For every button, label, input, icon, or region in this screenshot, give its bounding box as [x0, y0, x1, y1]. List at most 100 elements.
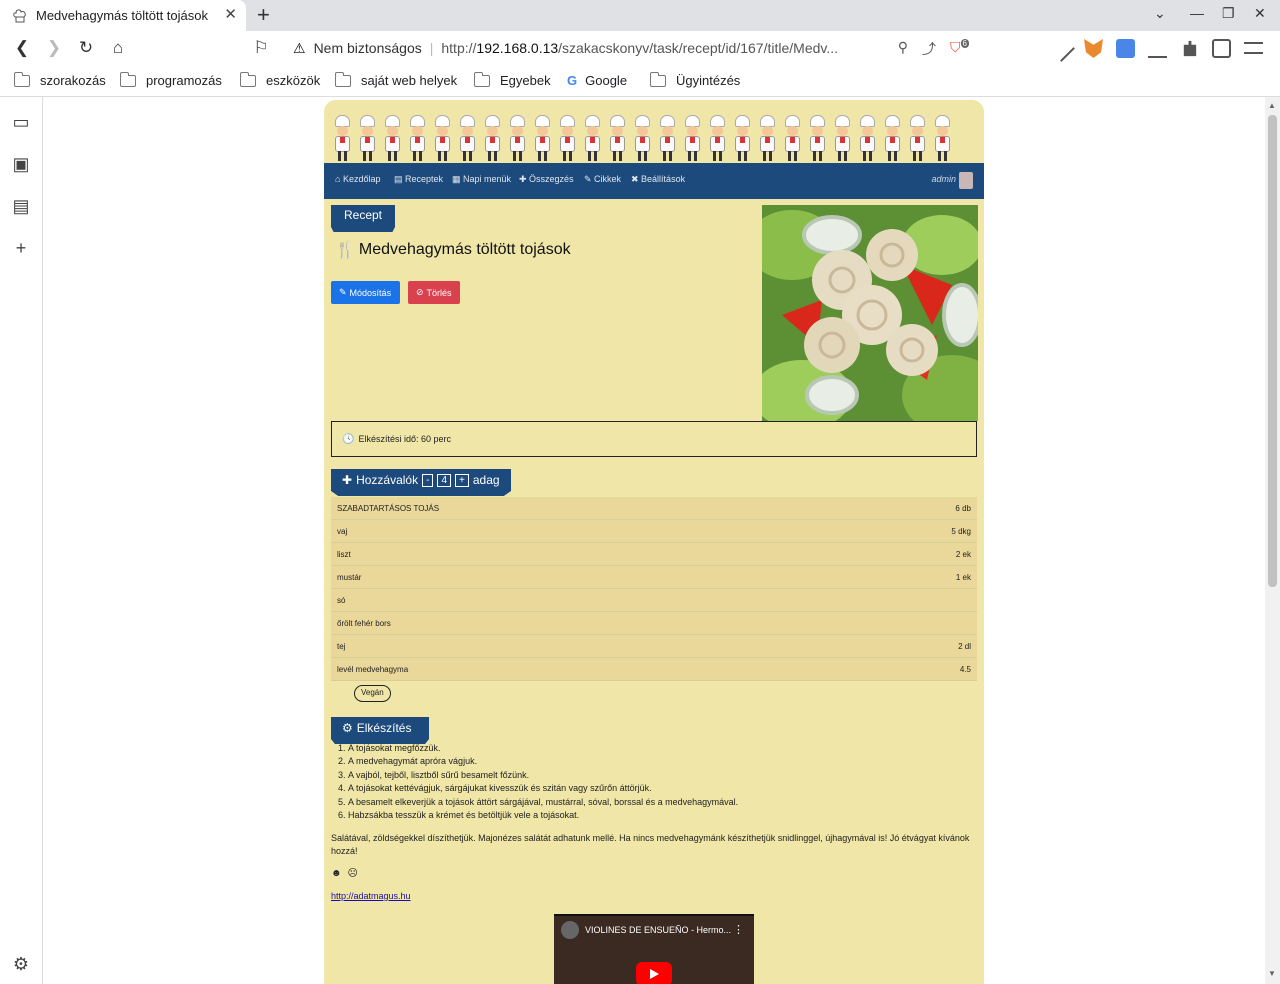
insecure-label[interactable]: Nem biztonságos — [314, 40, 422, 56]
nav-item-recipes[interactable]: ▤ Receptek — [394, 174, 443, 185]
translate-icon[interactable] — [1116, 39, 1135, 58]
chef-figure — [530, 111, 555, 163]
url-text[interactable]: http://192.168.0.13/szakacskonyv/task/re… — [441, 40, 866, 56]
video-title[interactable]: VIOLINES DE ENSUEÑO - Hermo... — [585, 925, 731, 935]
menu-icon[interactable] — [1244, 42, 1263, 54]
bookmark-icon[interactable]: ⚐ — [250, 37, 272, 59]
video-camera-icon[interactable]: ▭ — [12, 113, 30, 131]
recipe-section-label: Recept — [331, 205, 395, 227]
settings-gear-icon[interactable]: ⚙ — [12, 955, 30, 973]
share-icon[interactable]: ⤴ — [922, 39, 936, 59]
bookmark-label: Egyebek — [500, 73, 551, 88]
chef-figure — [380, 111, 405, 163]
minimize-icon[interactable]: — — [1190, 5, 1204, 21]
list-item: A besamelt elkeverjük a tojások áttört s… — [348, 796, 738, 809]
bookmark-folder[interactable]: Egyebek — [473, 71, 551, 88]
chef-figure — [730, 111, 755, 163]
home-icon[interactable]: ⌂ — [107, 37, 129, 59]
reload-icon[interactable]: ↻ — [75, 37, 97, 59]
source-link[interactable]: http://adatmagus.hu — [331, 891, 411, 901]
youtube-embed[interactable]: VIOLINES DE ENSUEÑO - Hermo... ⋮ — [554, 914, 754, 984]
ingredient-name: SZABADTARTÁSOS TOJÁS — [337, 503, 440, 513]
frown-icon[interactable]: ☹ — [348, 868, 358, 879]
brave-badge: 6 — [960, 39, 969, 49]
bookmark-folder[interactable]: szorakozás — [13, 71, 106, 88]
close-window-icon[interactable]: ✕ — [1254, 5, 1266, 22]
restore-icon[interactable]: ❐ — [1222, 5, 1235, 22]
ingredient-amount: 5 dkg — [951, 526, 971, 536]
chef-figure — [580, 111, 605, 163]
folder-icon — [334, 71, 351, 87]
bookmark-label: szorakozás — [40, 73, 106, 88]
nav-item-articles[interactable]: ✎ Cikkek — [584, 174, 621, 185]
back-arrow-icon[interactable]: ❮ — [11, 37, 33, 59]
chef-figure — [755, 111, 780, 163]
servings-unit: adag — [472, 473, 500, 487]
servings-minus-button[interactable]: - — [422, 473, 434, 487]
bookmark-folder[interactable]: eszközök — [239, 71, 320, 88]
user-name[interactable]: admin — [931, 174, 956, 184]
delete-button[interactable]: ⊘ Törlés — [408, 281, 460, 304]
brave-shield-icon[interactable]: ⛉ 6 — [950, 39, 969, 59]
chef-figure — [805, 111, 830, 163]
scroll-up-arrow-icon[interactable]: ▲ — [1268, 101, 1276, 110]
bookmark-label: programozás — [146, 73, 222, 88]
tab-close-icon[interactable]: ✕ — [224, 7, 237, 23]
dropper-extension-icon[interactable] — [1048, 35, 1075, 62]
bookmark-folder[interactable]: programozás — [119, 71, 222, 88]
nav-label: Összegzés — [529, 174, 574, 184]
ingredient-amount: 4.5 — [959, 664, 971, 674]
scroll-down-arrow-icon[interactable]: ▼ — [1268, 969, 1276, 978]
metamask-fox-icon[interactable] — [1084, 39, 1103, 58]
address-bar[interactable]: ⚠ Nem biztonságos | http://192.168.0.13/… — [283, 33, 973, 63]
utensils-icon: 🍴 — [335, 242, 355, 259]
tab-search-chevron-icon[interactable]: ⌄ — [1154, 5, 1166, 22]
reading-list-icon[interactable]: ▤ — [12, 197, 30, 215]
ingredients-section-label: ✚ Hozzávalók - 4 + adag — [331, 469, 511, 491]
chef-figure — [355, 111, 380, 163]
edit-icon: ✎ — [339, 287, 347, 297]
page-scrollbar[interactable]: ▲ ▼ — [1265, 97, 1280, 984]
vegan-tag[interactable]: Vegán — [354, 685, 391, 702]
servings-count[interactable]: 4 — [437, 473, 451, 487]
scrollbar-thumb[interactable] — [1268, 115, 1277, 587]
play-icon[interactable] — [636, 962, 672, 984]
browser-tab[interactable]: Medvehagymás töltött tojások ✕ — [0, 0, 246, 31]
recipe-page: ⌂ Kezdőlap ▤ Receptek ▦ Napi menük ✚ Öss… — [324, 100, 984, 984]
bookmark-label: Ügyintézés — [676, 73, 741, 88]
wallet-icon[interactable] — [1212, 39, 1231, 58]
download-icon[interactable] — [1148, 39, 1167, 58]
nav-label: Cikkek — [594, 174, 622, 184]
nav-item-daily-menus[interactable]: ▦ Napi menük — [452, 174, 511, 185]
servings-plus-button[interactable]: + — [455, 473, 469, 487]
nav-item-settings[interactable]: ✖ Beállítások — [631, 174, 685, 185]
avatar[interactable] — [959, 172, 973, 189]
chef-banner — [324, 100, 984, 163]
puzzle-extensions-icon[interactable] — [1183, 40, 1197, 57]
nav-item-summary[interactable]: ✚ Összegzés — [519, 174, 574, 185]
wallet-icon[interactable]: ▣ — [12, 155, 30, 173]
puzzle-icon: ✚ — [342, 473, 353, 487]
new-tab-icon[interactable]: + — [257, 3, 270, 27]
table-row: vaj 5 dkg — [331, 520, 977, 543]
rating-icons: ☻ ☹ — [331, 868, 358, 879]
smile-icon[interactable]: ☻ — [331, 868, 342, 879]
nav-item-home[interactable]: ⌂ Kezdőlap — [335, 174, 380, 184]
forward-arrow-icon[interactable]: ❯ — [43, 37, 65, 59]
zoom-icon[interactable]: ⚲ — [898, 39, 908, 59]
ingredient-name: vaj — [337, 526, 348, 536]
prep-time-box: 🕓 Elkészítési idő: 60 perc — [331, 421, 977, 457]
bookmark-folder[interactable]: saját web helyek — [334, 71, 457, 88]
add-panel-icon[interactable]: + — [12, 239, 30, 257]
steps-section-label: ⚙ Elkészítés — [331, 717, 429, 739]
edit-button[interactable]: ✎ Módosítás — [331, 281, 400, 304]
bookmark-folder[interactable]: Ügyintézés — [649, 71, 741, 88]
ingredient-name: őrölt fehér bors — [337, 618, 391, 628]
table-row: SZABADTARTÁSOS TOJÁS 6 db — [331, 497, 977, 520]
table-row: mustár 1 ek — [331, 566, 977, 589]
tools-icon: ✖ — [631, 174, 642, 184]
video-menu-icon[interactable]: ⋮ — [733, 923, 744, 936]
list-item: A medvehagymát apróra vágjuk. — [348, 755, 738, 768]
bookmark-google[interactable]: G Google — [567, 73, 627, 88]
warning-icon[interactable]: ⚠ — [293, 40, 306, 57]
